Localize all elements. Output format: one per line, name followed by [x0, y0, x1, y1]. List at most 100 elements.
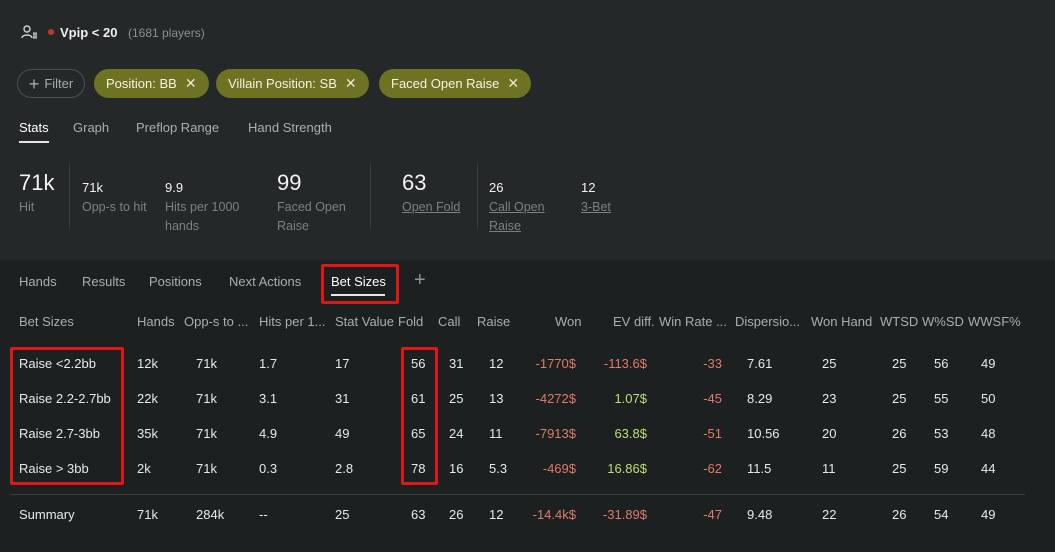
column-header-fold[interactable]: Fold: [398, 314, 423, 329]
column-header-hits-per[interactable]: Hits per 1...: [259, 314, 325, 329]
cell-wsd: 55: [934, 391, 949, 406]
segment-status-dot: [48, 29, 54, 35]
cell-raise: 12: [489, 356, 504, 371]
divider: [477, 163, 478, 228]
close-icon[interactable]: ✕: [185, 75, 197, 92]
column-header-stat-value[interactable]: Stat Value: [335, 314, 394, 329]
cell-won-hand: 22: [822, 507, 837, 522]
column-header-won[interactable]: Won: [555, 314, 582, 329]
cell-wtsd: 26: [892, 426, 907, 441]
cell-won: -7913$: [535, 426, 576, 441]
cell-hands: 22k: [137, 391, 158, 406]
column-header-won-hand[interactable]: Won Hand: [811, 314, 872, 329]
stat-opps-label: Opp-s to hit: [82, 200, 147, 214]
chip-label: Faced Open Raise: [391, 76, 500, 91]
cell-hands: 2k: [137, 461, 151, 476]
close-icon[interactable]: ✕: [345, 75, 357, 92]
cell-raise: 12: [489, 507, 504, 522]
column-header-call[interactable]: Call: [438, 314, 460, 329]
column-header-dispersion[interactable]: Dispersio...: [735, 314, 800, 329]
add-tab-button[interactable]: +: [414, 269, 426, 292]
tab-hand-strength[interactable]: Hand Strength: [248, 120, 332, 135]
cell-dispersion: 8.29: [747, 391, 773, 406]
column-header-opps[interactable]: Opp-s to ...: [184, 314, 248, 329]
segment-player-count: (1681 players): [128, 26, 205, 40]
cell-hits-per: 4.9: [259, 426, 278, 441]
highlight-box-bet-sizes: [10, 347, 124, 485]
column-header-hands[interactable]: Hands: [137, 314, 175, 329]
cell-opps: 71k: [196, 356, 217, 371]
cell-win-rate: -51: [703, 426, 722, 441]
cell-ev-diff: 16.86$: [607, 461, 647, 476]
stat-call-open-link-2[interactable]: Raise: [489, 217, 521, 236]
user-group-icon[interactable]: [20, 24, 40, 42]
cell-win-rate: -45: [703, 391, 722, 406]
tab-results[interactable]: Results: [82, 274, 125, 289]
add-filter-label: Filter: [44, 76, 74, 91]
divider: [370, 163, 371, 228]
tab-positions[interactable]: Positions: [149, 274, 202, 289]
stat-faced-open-label: Faced Open: [277, 200, 346, 214]
cell-opps: 71k: [196, 461, 217, 476]
summary-divider: [10, 494, 1025, 495]
column-header-raise[interactable]: Raise: [477, 314, 510, 329]
cell-ev-diff: 1.07$: [614, 391, 647, 406]
cell-call: 25: [449, 391, 464, 406]
stat-hit-label: Hit: [19, 200, 35, 214]
cell-hands: 12k: [137, 356, 158, 371]
plus-icon: +: [28, 73, 40, 94]
column-header-wtsd[interactable]: WTSD: [880, 314, 918, 329]
stat-hits-per-1000-label-2: hands: [165, 219, 200, 233]
filter-chip-villain-position[interactable]: Villain Position: SB ✕: [216, 69, 369, 98]
cell-stat-value: 17: [335, 356, 350, 371]
cell-opps: 71k: [196, 391, 217, 406]
column-header-bet-sizes[interactable]: Bet Sizes: [19, 314, 74, 329]
tab-graph[interactable]: Graph: [73, 120, 109, 135]
divider: [69, 163, 70, 228]
cell-call: 31: [449, 356, 464, 371]
cell-bet-sizes: Summary: [19, 507, 75, 522]
cell-win-rate: -47: [703, 507, 722, 522]
cell-stat-value: 2.8: [335, 461, 354, 476]
cell-won: -1770$: [535, 356, 576, 371]
cell-wwsf: 44: [981, 461, 996, 476]
column-header-wwsf[interactable]: WWSF%: [968, 314, 1021, 329]
cell-wsd: 56: [934, 356, 949, 371]
cell-raise: 11: [489, 426, 503, 441]
cell-wwsf: 49: [981, 356, 996, 371]
segment-name[interactable]: Vpip < 20: [60, 25, 117, 40]
highlight-box-tab: [321, 264, 399, 304]
stat-call-open-link[interactable]: Call Open: [489, 198, 545, 217]
add-filter-button[interactable]: + Filter: [17, 69, 85, 98]
chip-label: Villain Position: SB: [228, 76, 337, 91]
cell-ev-diff: 63.8$: [614, 426, 647, 441]
cell-hits-per: --: [259, 507, 268, 522]
stat-hits-per-1000-label: Hits per 1000: [165, 200, 240, 214]
tab-stats[interactable]: Stats: [19, 120, 49, 135]
cell-hands: 71k: [137, 507, 158, 522]
cell-stat-value: 31: [335, 391, 350, 406]
cell-call: 26: [449, 507, 464, 522]
column-header-win-rate[interactable]: Win Rate ...: [659, 314, 727, 329]
column-header-ev-diff[interactable]: EV diff.: [613, 314, 655, 329]
filter-chip-position[interactable]: Position: BB ✕: [94, 69, 209, 98]
cell-wsd: 54: [934, 507, 949, 522]
cell-wwsf: 49: [981, 507, 996, 522]
stat-3bet-link[interactable]: 3-Bet: [581, 198, 611, 217]
cell-stat-value: 49: [335, 426, 350, 441]
filter-chip-faced-open-raise[interactable]: Faced Open Raise ✕: [379, 69, 532, 98]
tab-next-actions[interactable]: Next Actions: [229, 274, 301, 289]
cell-win-rate: -62: [703, 461, 722, 476]
stat-open-fold-link[interactable]: Open Fold: [402, 198, 460, 217]
cell-won-hand: 11: [822, 461, 836, 476]
cell-wwsf: 48: [981, 426, 996, 441]
cell-opps: 284k: [196, 507, 225, 522]
column-header-wsd[interactable]: W%SD: [922, 314, 964, 329]
tab-preflop-range[interactable]: Preflop Range: [136, 120, 219, 135]
cell-stat-value: 25: [335, 507, 350, 522]
highlight-box-fold: [401, 347, 438, 485]
cell-won-hand: 25: [822, 356, 837, 371]
cell-wwsf: 50: [981, 391, 996, 406]
tab-hands[interactable]: Hands: [19, 274, 57, 289]
close-icon[interactable]: ✕: [507, 75, 519, 92]
